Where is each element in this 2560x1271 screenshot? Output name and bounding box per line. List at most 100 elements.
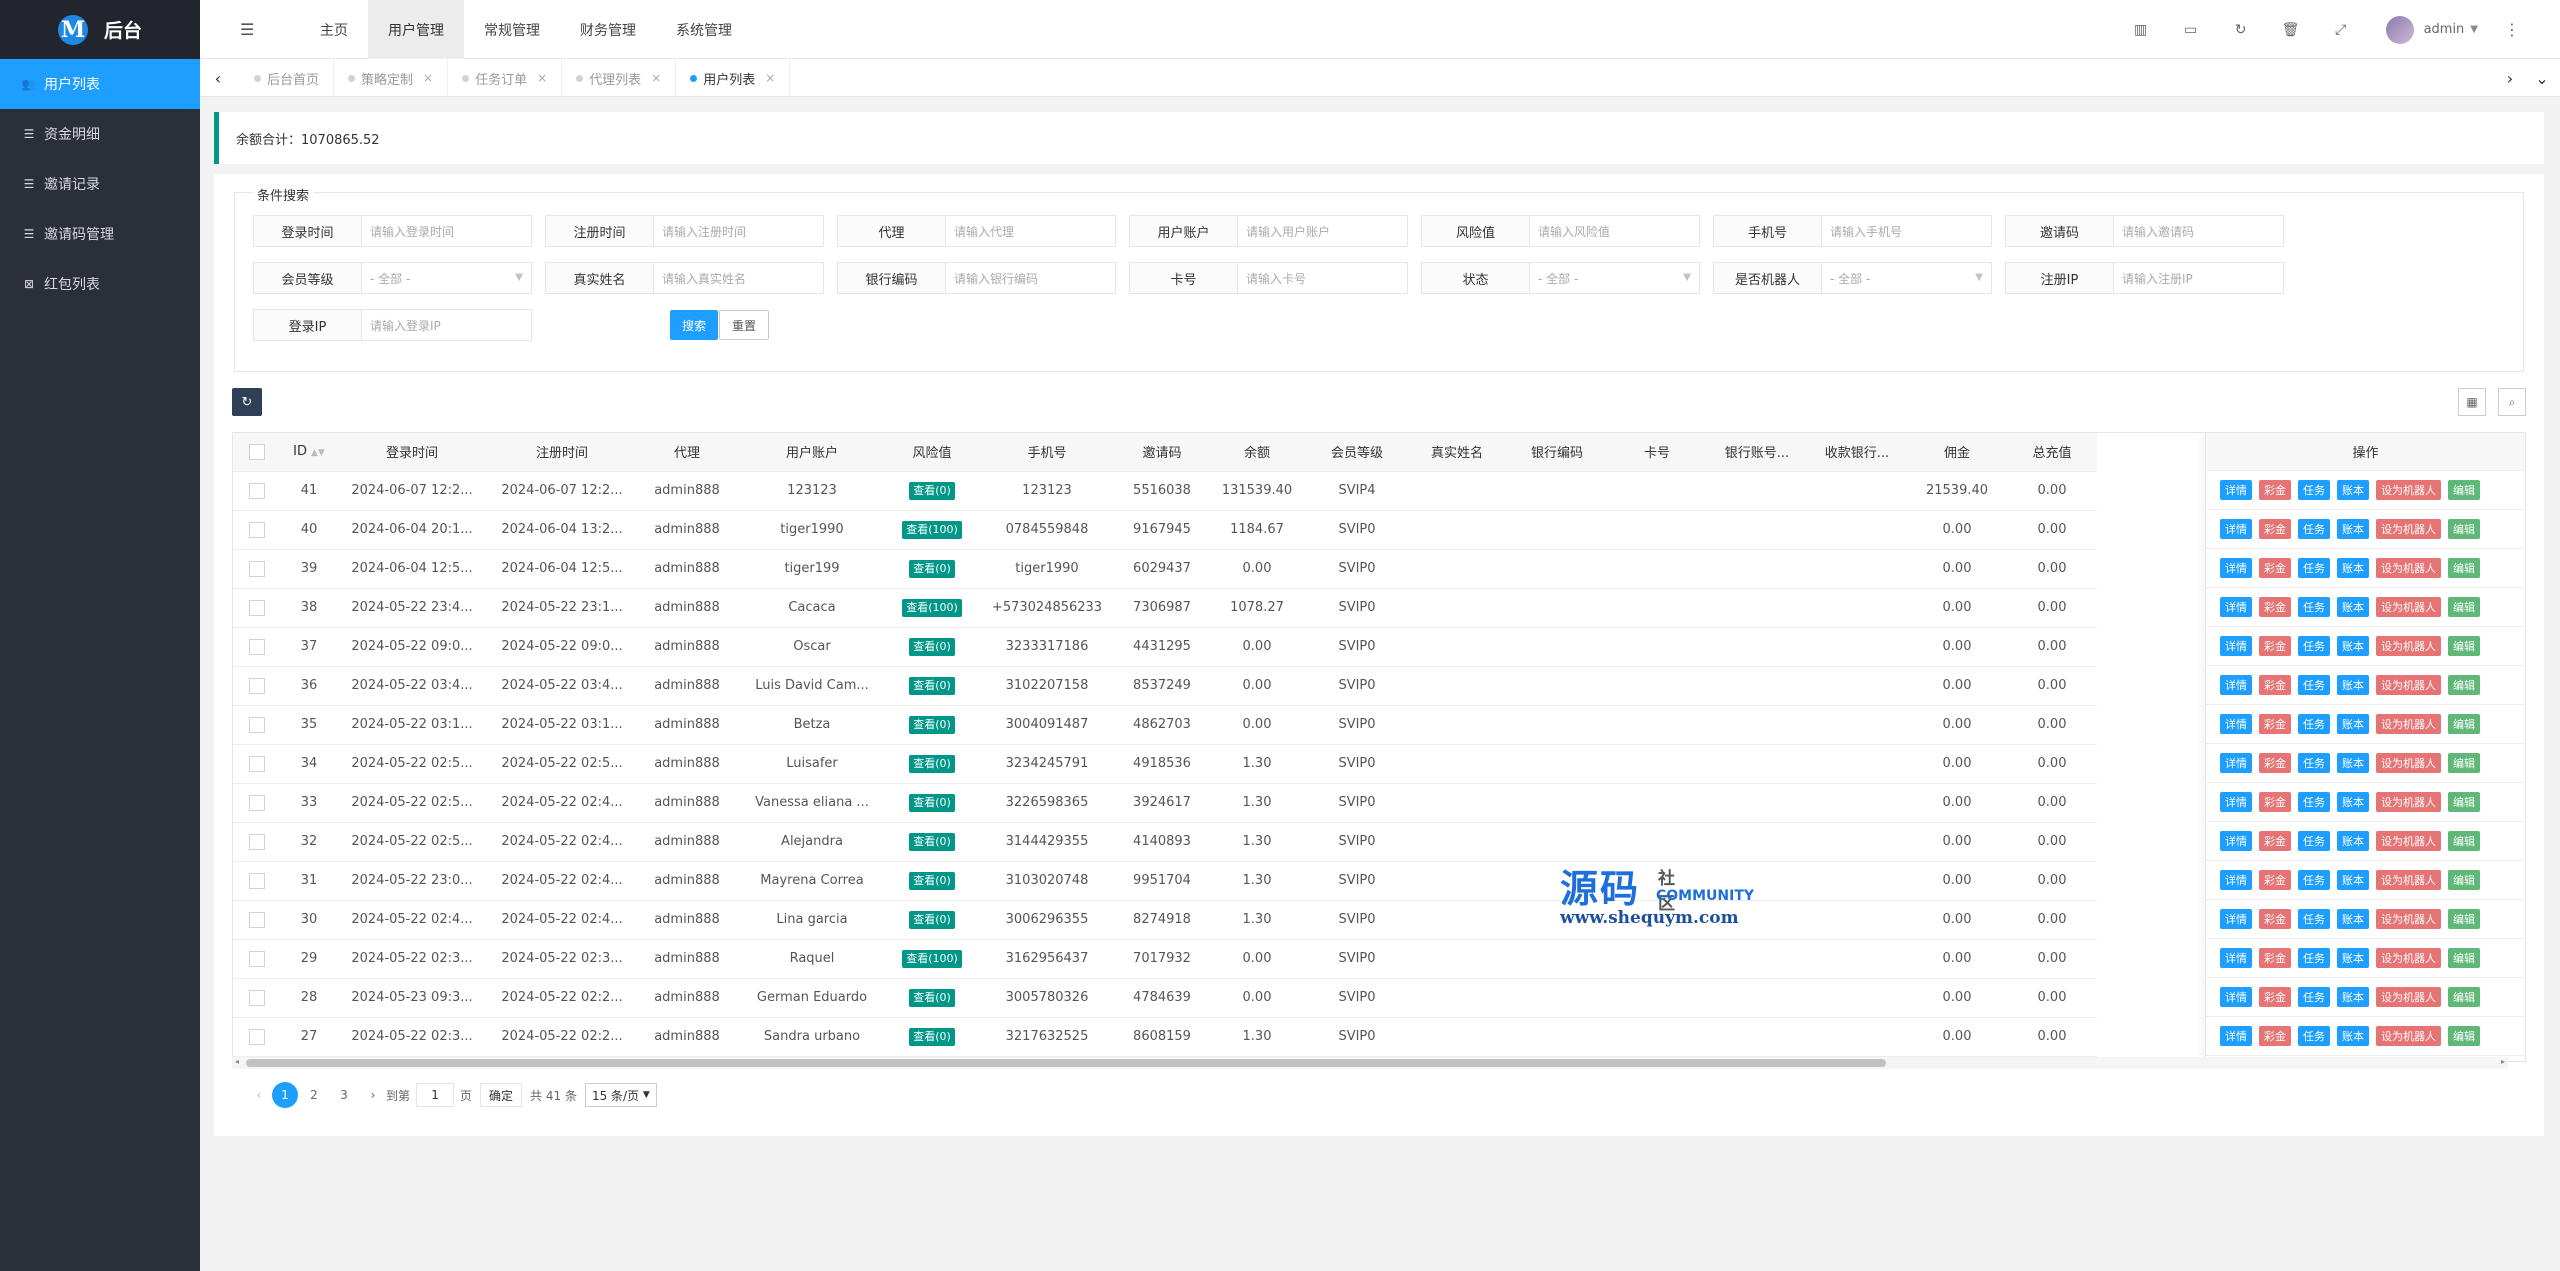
op-button[interactable]: 彩金 [2259, 675, 2291, 695]
op-button[interactable]: 编辑 [2448, 558, 2480, 578]
op-button[interactable]: 编辑 [2448, 948, 2480, 968]
risk-view-badge[interactable]: 查看(0) [909, 793, 955, 812]
op-button[interactable]: 设为机器人 [2376, 831, 2441, 851]
op-button[interactable]: 彩金 [2259, 792, 2291, 812]
column-header[interactable]: 风险值 [887, 433, 977, 472]
op-button[interactable]: 设为机器人 [2376, 714, 2441, 734]
next-page-icon[interactable]: › [360, 1082, 386, 1108]
column-header[interactable]: ID ▲▼ [281, 433, 337, 472]
search-select[interactable]: - 全部 - ▼ [1529, 262, 1700, 294]
risk-view-badge[interactable]: 查看(100) [902, 598, 962, 617]
risk-view-badge[interactable]: 查看(0) [909, 871, 955, 890]
op-button[interactable]: 彩金 [2259, 480, 2291, 500]
row-checkbox[interactable] [249, 794, 265, 811]
op-button[interactable]: 任务 [2298, 753, 2330, 773]
risk-view-badge[interactable]: 查看(0) [909, 715, 955, 734]
op-button[interactable]: 编辑 [2448, 987, 2480, 1007]
search-input[interactable]: 请输入注册时间 [653, 215, 824, 247]
row-checkbox[interactable] [249, 482, 265, 499]
page-tab[interactable]: 用户列表 × [676, 59, 791, 97]
op-button[interactable]: 详情 [2220, 597, 2252, 617]
op-button[interactable]: 账本 [2337, 909, 2369, 929]
sidebar-item[interactable]: ⊠ 红包列表 [0, 259, 200, 309]
op-button[interactable]: 彩金 [2259, 753, 2291, 773]
row-checkbox[interactable] [249, 755, 265, 772]
page-tab[interactable]: 策略定制 × [334, 59, 449, 97]
column-header[interactable]: 银行编码 [1507, 433, 1607, 472]
op-button[interactable]: 详情 [2220, 831, 2252, 851]
op-button[interactable]: 编辑 [2448, 1026, 2480, 1046]
search-select[interactable]: - 全部 - ▼ [1821, 262, 1992, 294]
search-input[interactable]: 请输入邀请码 [2113, 215, 2284, 247]
goto-confirm-button[interactable]: 确定 [480, 1083, 523, 1107]
op-button[interactable]: 任务 [2298, 597, 2330, 617]
risk-view-badge[interactable]: 查看(0) [909, 637, 955, 656]
risk-view-badge[interactable]: 查看(0) [909, 754, 955, 773]
column-header[interactable]: 银行账号... [1707, 433, 1807, 472]
risk-view-badge[interactable]: 查看(100) [902, 949, 962, 968]
row-checkbox[interactable] [249, 833, 265, 850]
sort-icon[interactable]: ▲▼ [311, 448, 325, 458]
row-checkbox[interactable] [249, 911, 265, 928]
op-button[interactable]: 任务 [2298, 558, 2330, 578]
op-button[interactable]: 账本 [2337, 792, 2369, 812]
op-button[interactable]: 彩金 [2259, 597, 2291, 617]
column-header[interactable]: 代理 [637, 433, 737, 472]
op-button[interactable]: 任务 [2298, 831, 2330, 851]
op-button[interactable]: 彩金 [2259, 1026, 2291, 1046]
op-button[interactable]: 彩金 [2259, 870, 2291, 890]
row-checkbox[interactable] [249, 1028, 265, 1045]
scroll-right-arrow-icon[interactable]: ▸ [2501, 1057, 2505, 1066]
column-header[interactable]: 余额 [1207, 433, 1307, 472]
op-button[interactable]: 设为机器人 [2376, 753, 2441, 773]
search-button[interactable]: 搜索 [670, 310, 719, 340]
op-button[interactable]: 详情 [2220, 558, 2252, 578]
op-button[interactable]: 账本 [2337, 870, 2369, 890]
op-button[interactable]: 账本 [2337, 675, 2369, 695]
close-icon[interactable]: × [651, 71, 661, 85]
op-button[interactable]: 任务 [2298, 636, 2330, 656]
risk-view-badge[interactable]: 查看(0) [909, 1027, 955, 1046]
close-icon[interactable]: × [423, 71, 433, 85]
op-button[interactable]: 编辑 [2448, 480, 2480, 500]
select-all-checkbox[interactable] [249, 443, 265, 460]
op-button[interactable]: 设为机器人 [2376, 675, 2441, 695]
row-checkbox[interactable] [249, 560, 265, 577]
tab-menu-chevron-icon[interactable]: ⌄ [2528, 59, 2556, 97]
sidebar-item[interactable]: ☰ 资金明细 [0, 109, 200, 159]
sidebar-item[interactable]: ☰ 邀请码管理 [0, 209, 200, 259]
op-button[interactable]: 设为机器人 [2376, 987, 2441, 1007]
menu-fold-icon[interactable]: ☰ [240, 20, 254, 39]
search-select[interactable]: - 全部 - ▼ [361, 262, 532, 294]
horizontal-scrollbar[interactable]: ◂ ▸ [232, 1057, 2508, 1069]
admin-name[interactable]: admin [2424, 22, 2465, 37]
chevron-down-icon[interactable]: ▼ [2470, 24, 2478, 35]
op-button[interactable]: 设为机器人 [2376, 480, 2441, 500]
column-header[interactable]: 手机号 [977, 433, 1117, 472]
op-button[interactable]: 详情 [2220, 987, 2252, 1007]
op-button[interactable]: 任务 [2298, 480, 2330, 500]
op-button[interactable]: 编辑 [2448, 831, 2480, 851]
search-input[interactable]: 请输入卡号 [1237, 262, 1408, 294]
column-header[interactable]: 卡号 [1607, 433, 1707, 472]
column-header[interactable]: 登录时间 [337, 433, 487, 472]
row-checkbox[interactable] [249, 716, 265, 733]
risk-view-badge[interactable]: 查看(0) [909, 832, 955, 851]
risk-view-badge[interactable]: 查看(0) [909, 676, 955, 695]
row-checkbox[interactable] [249, 638, 265, 655]
op-button[interactable]: 编辑 [2448, 636, 2480, 656]
column-header[interactable]: 会员等级 [1307, 433, 1407, 472]
risk-view-badge[interactable]: 查看(0) [909, 559, 955, 578]
op-button[interactable]: 账本 [2337, 636, 2369, 656]
risk-view-badge[interactable]: 查看(0) [909, 481, 955, 500]
page-number[interactable]: 1 [272, 1082, 298, 1108]
nav-item[interactable]: 用户管理 [368, 0, 464, 59]
op-button[interactable]: 账本 [2337, 1026, 2369, 1046]
op-button[interactable]: 彩金 [2259, 714, 2291, 734]
column-header[interactable]: 佣金 [1907, 433, 2007, 472]
search-input[interactable]: 请输入登录IP [361, 309, 532, 341]
op-button[interactable]: 详情 [2220, 714, 2252, 734]
op-button[interactable]: 设为机器人 [2376, 792, 2441, 812]
search-input[interactable]: 请输入手机号 [1821, 215, 1992, 247]
op-button[interactable]: 账本 [2337, 558, 2369, 578]
